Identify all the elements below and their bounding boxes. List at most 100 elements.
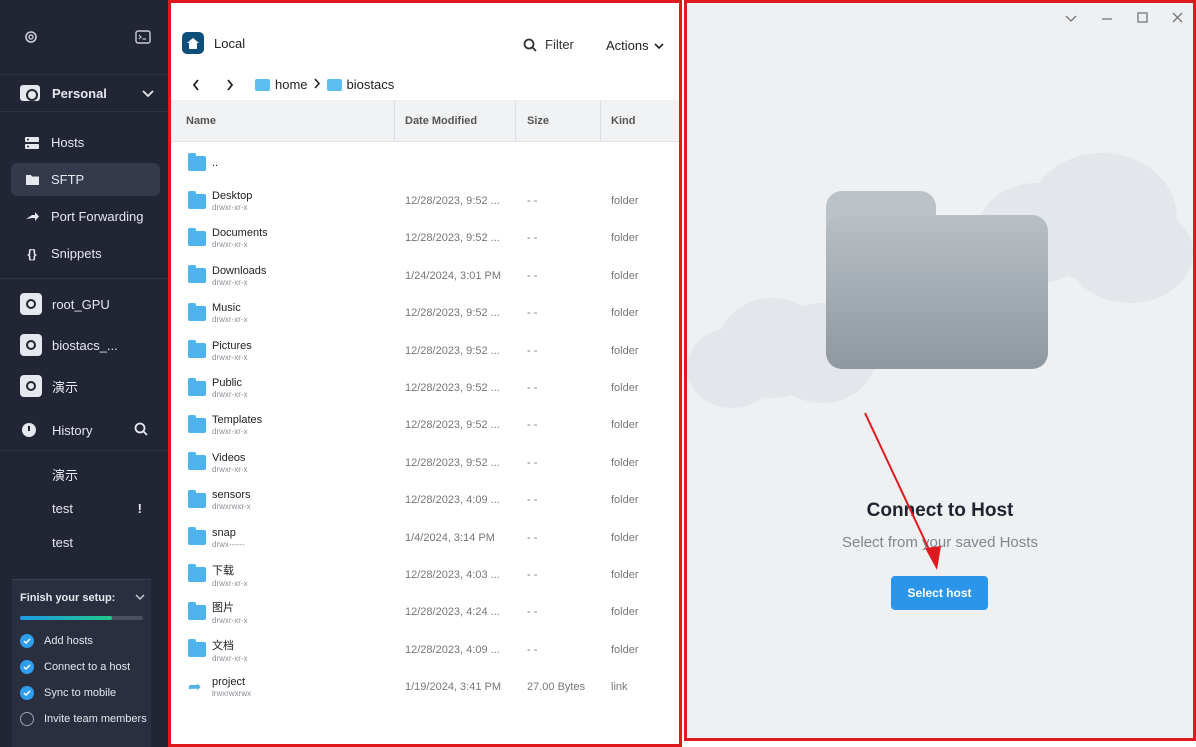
table-row[interactable]: ..: [171, 145, 679, 182]
vault-name: Personal: [52, 85, 107, 101]
folder-icon: [326, 78, 342, 91]
column-name[interactable]: Name: [171, 100, 395, 141]
select-host-button[interactable]: Select host: [891, 576, 988, 610]
table-row[interactable]: Downloads drwxr-xr-x 1/24/2024, 3:01 PM …: [171, 257, 679, 294]
cell-date-modified: 12/28/2023, 4:09 ...: [405, 643, 500, 656]
actions-menu-button[interactable]: Actions: [606, 38, 664, 53]
history-item[interactable]: 演示: [0, 457, 168, 491]
cell-name: Videos drwxr-xr-x: [171, 452, 395, 474]
history-item-label: test: [52, 534, 73, 550]
column-size[interactable]: Size: [516, 100, 601, 141]
filter-label: Filter: [545, 37, 574, 52]
name-block: Music drwxr-xr-x: [212, 302, 248, 324]
name-block: 文档 drwxr-xr-x: [212, 637, 248, 663]
setup-task-label: Sync to mobile: [44, 687, 117, 699]
check-circle-icon: [20, 660, 34, 674]
cell-size: - -: [527, 494, 538, 507]
table-row[interactable]: ➦ project lrwxrwxrwx 1/19/2024, 3:41 PM …: [171, 668, 679, 705]
table-row[interactable]: Music drwxr-xr-x 12/28/2023, 9:52 ... - …: [171, 295, 679, 332]
history-item[interactable]: test: [0, 525, 168, 559]
history-header[interactable]: History: [0, 410, 168, 450]
search-icon[interactable]: [134, 422, 148, 439]
sidebar-top: [0, 0, 168, 74]
name-block: snap drwx------: [212, 527, 245, 549]
breadcrumb-biostacs[interactable]: biostacs: [347, 77, 395, 92]
cell-kind: folder: [611, 344, 639, 357]
table-row[interactable]: Desktop drwxr-xr-x 12/28/2023, 9:52 ... …: [171, 182, 679, 219]
setup-task-sync[interactable]: Sync to mobile: [12, 680, 151, 706]
file-permissions: drwxr-xr-x: [212, 390, 248, 400]
table-row[interactable]: Public drwxr-xr-x 12/28/2023, 9:52 ... -…: [171, 369, 679, 406]
file-name: ..: [212, 157, 219, 170]
gear-host-icon: [20, 375, 42, 397]
back-arrow-icon[interactable]: [187, 78, 205, 91]
vault-icon: [20, 85, 40, 101]
table-row[interactable]: Videos drwxr-xr-x 12/28/2023, 9:52 ... -…: [171, 444, 679, 481]
forward-arrow-icon[interactable]: [221, 78, 239, 91]
setup-task-label: Add hosts: [44, 635, 93, 647]
sidebar-host-demo[interactable]: 演示: [0, 369, 168, 403]
folder-icon: [188, 265, 206, 284]
folder-icon: [188, 190, 206, 209]
file-name: Desktop: [212, 190, 253, 203]
filter-button[interactable]: Filter: [523, 37, 574, 52]
folder-icon: [188, 452, 206, 471]
table-row[interactable]: 下载 drwxr-xr-x 12/28/2023, 4:03 ... - - f…: [171, 556, 679, 593]
vault-selector[interactable]: Personal: [0, 74, 168, 112]
cell-name: sensors drwxrwxr-x: [171, 489, 395, 511]
sidebar-item-snippets[interactable]: {} Snippets: [11, 237, 160, 270]
folder-icon: [188, 527, 206, 546]
cell-name: ..: [171, 153, 395, 172]
folder-icon: [188, 564, 206, 583]
cell-size: - -: [527, 195, 538, 208]
table-row[interactable]: 图片 drwxr-xr-x 12/28/2023, 4:24 ... - - f…: [171, 594, 679, 631]
file-name: 文档: [212, 639, 234, 652]
sidebar-item-hosts[interactable]: Hosts: [11, 126, 160, 159]
folder-icon: [188, 153, 206, 172]
hosts-icon: [23, 134, 41, 152]
table-row[interactable]: snap drwx------ 1/4/2024, 3:14 PM - - fo…: [171, 519, 679, 556]
name-block: ..: [212, 157, 218, 170]
cell-size: 27.00 Bytes: [527, 681, 586, 694]
column-date-modified[interactable]: Date Modified: [395, 100, 516, 141]
file-table-header: Name Date Modified Size Kind: [171, 100, 679, 142]
sidebar-item-sftp[interactable]: SFTP: [11, 163, 160, 196]
chevron-down-icon[interactable]: [1065, 11, 1077, 26]
minimize-icon[interactable]: [1101, 11, 1113, 26]
file-permissions: drwxr-xr-x: [212, 464, 248, 474]
name-block: Desktop drwxr-xr-x: [212, 190, 252, 212]
file-permissions: drwxr-xr-x: [212, 578, 248, 588]
home-icon: [182, 32, 204, 54]
sidebar-host-biostacs[interactable]: biostacs_...: [0, 328, 168, 362]
cell-kind: folder: [611, 531, 639, 544]
maximize-icon[interactable]: [1137, 11, 1148, 26]
column-kind[interactable]: Kind: [601, 100, 679, 141]
terminal-icon[interactable]: [134, 28, 152, 46]
ubuntu-icon: [20, 334, 42, 356]
history-item[interactable]: test !: [0, 491, 168, 525]
folder-icon: [188, 414, 206, 433]
setup-task-invite[interactable]: Invite team members: [12, 706, 151, 732]
sidebar-item-label: SFTP: [51, 172, 85, 187]
sidebar-host-root-gpu[interactable]: root_GPU: [0, 287, 168, 321]
sidebar-item-port-forwarding[interactable]: Port Forwarding: [11, 200, 160, 233]
table-row[interactable]: sensors drwxrwxr-x 12/28/2023, 4:09 ... …: [171, 482, 679, 519]
table-row[interactable]: Documents drwxr-xr-x 12/28/2023, 9:52 ..…: [171, 220, 679, 257]
setup-task-connect[interactable]: Connect to a host: [12, 654, 151, 680]
name-block: 图片 drwxr-xr-x: [212, 599, 248, 625]
breadcrumb-home[interactable]: home: [275, 77, 308, 92]
cell-name: 图片 drwxr-xr-x: [171, 599, 395, 625]
settings-gear-icon[interactable]: [22, 28, 40, 46]
ubuntu-icon: [20, 293, 42, 315]
file-name: snap: [212, 526, 236, 539]
close-icon[interactable]: [1172, 11, 1183, 26]
file-permissions: drwxr-xr-x: [212, 203, 248, 213]
file-name: Pictures: [212, 339, 252, 352]
cell-size: - -: [527, 344, 538, 357]
file-permissions: drwxr-xr-x: [212, 277, 248, 287]
setup-task-add-hosts[interactable]: Add hosts: [12, 628, 151, 654]
setup-header[interactable]: Finish your setup:: [12, 580, 151, 616]
table-row[interactable]: 文档 drwxr-xr-x 12/28/2023, 4:09 ... - - f…: [171, 631, 679, 668]
table-row[interactable]: Templates drwxr-xr-x 12/28/2023, 9:52 ..…: [171, 407, 679, 444]
table-row[interactable]: Pictures drwxr-xr-x 12/28/2023, 9:52 ...…: [171, 332, 679, 369]
